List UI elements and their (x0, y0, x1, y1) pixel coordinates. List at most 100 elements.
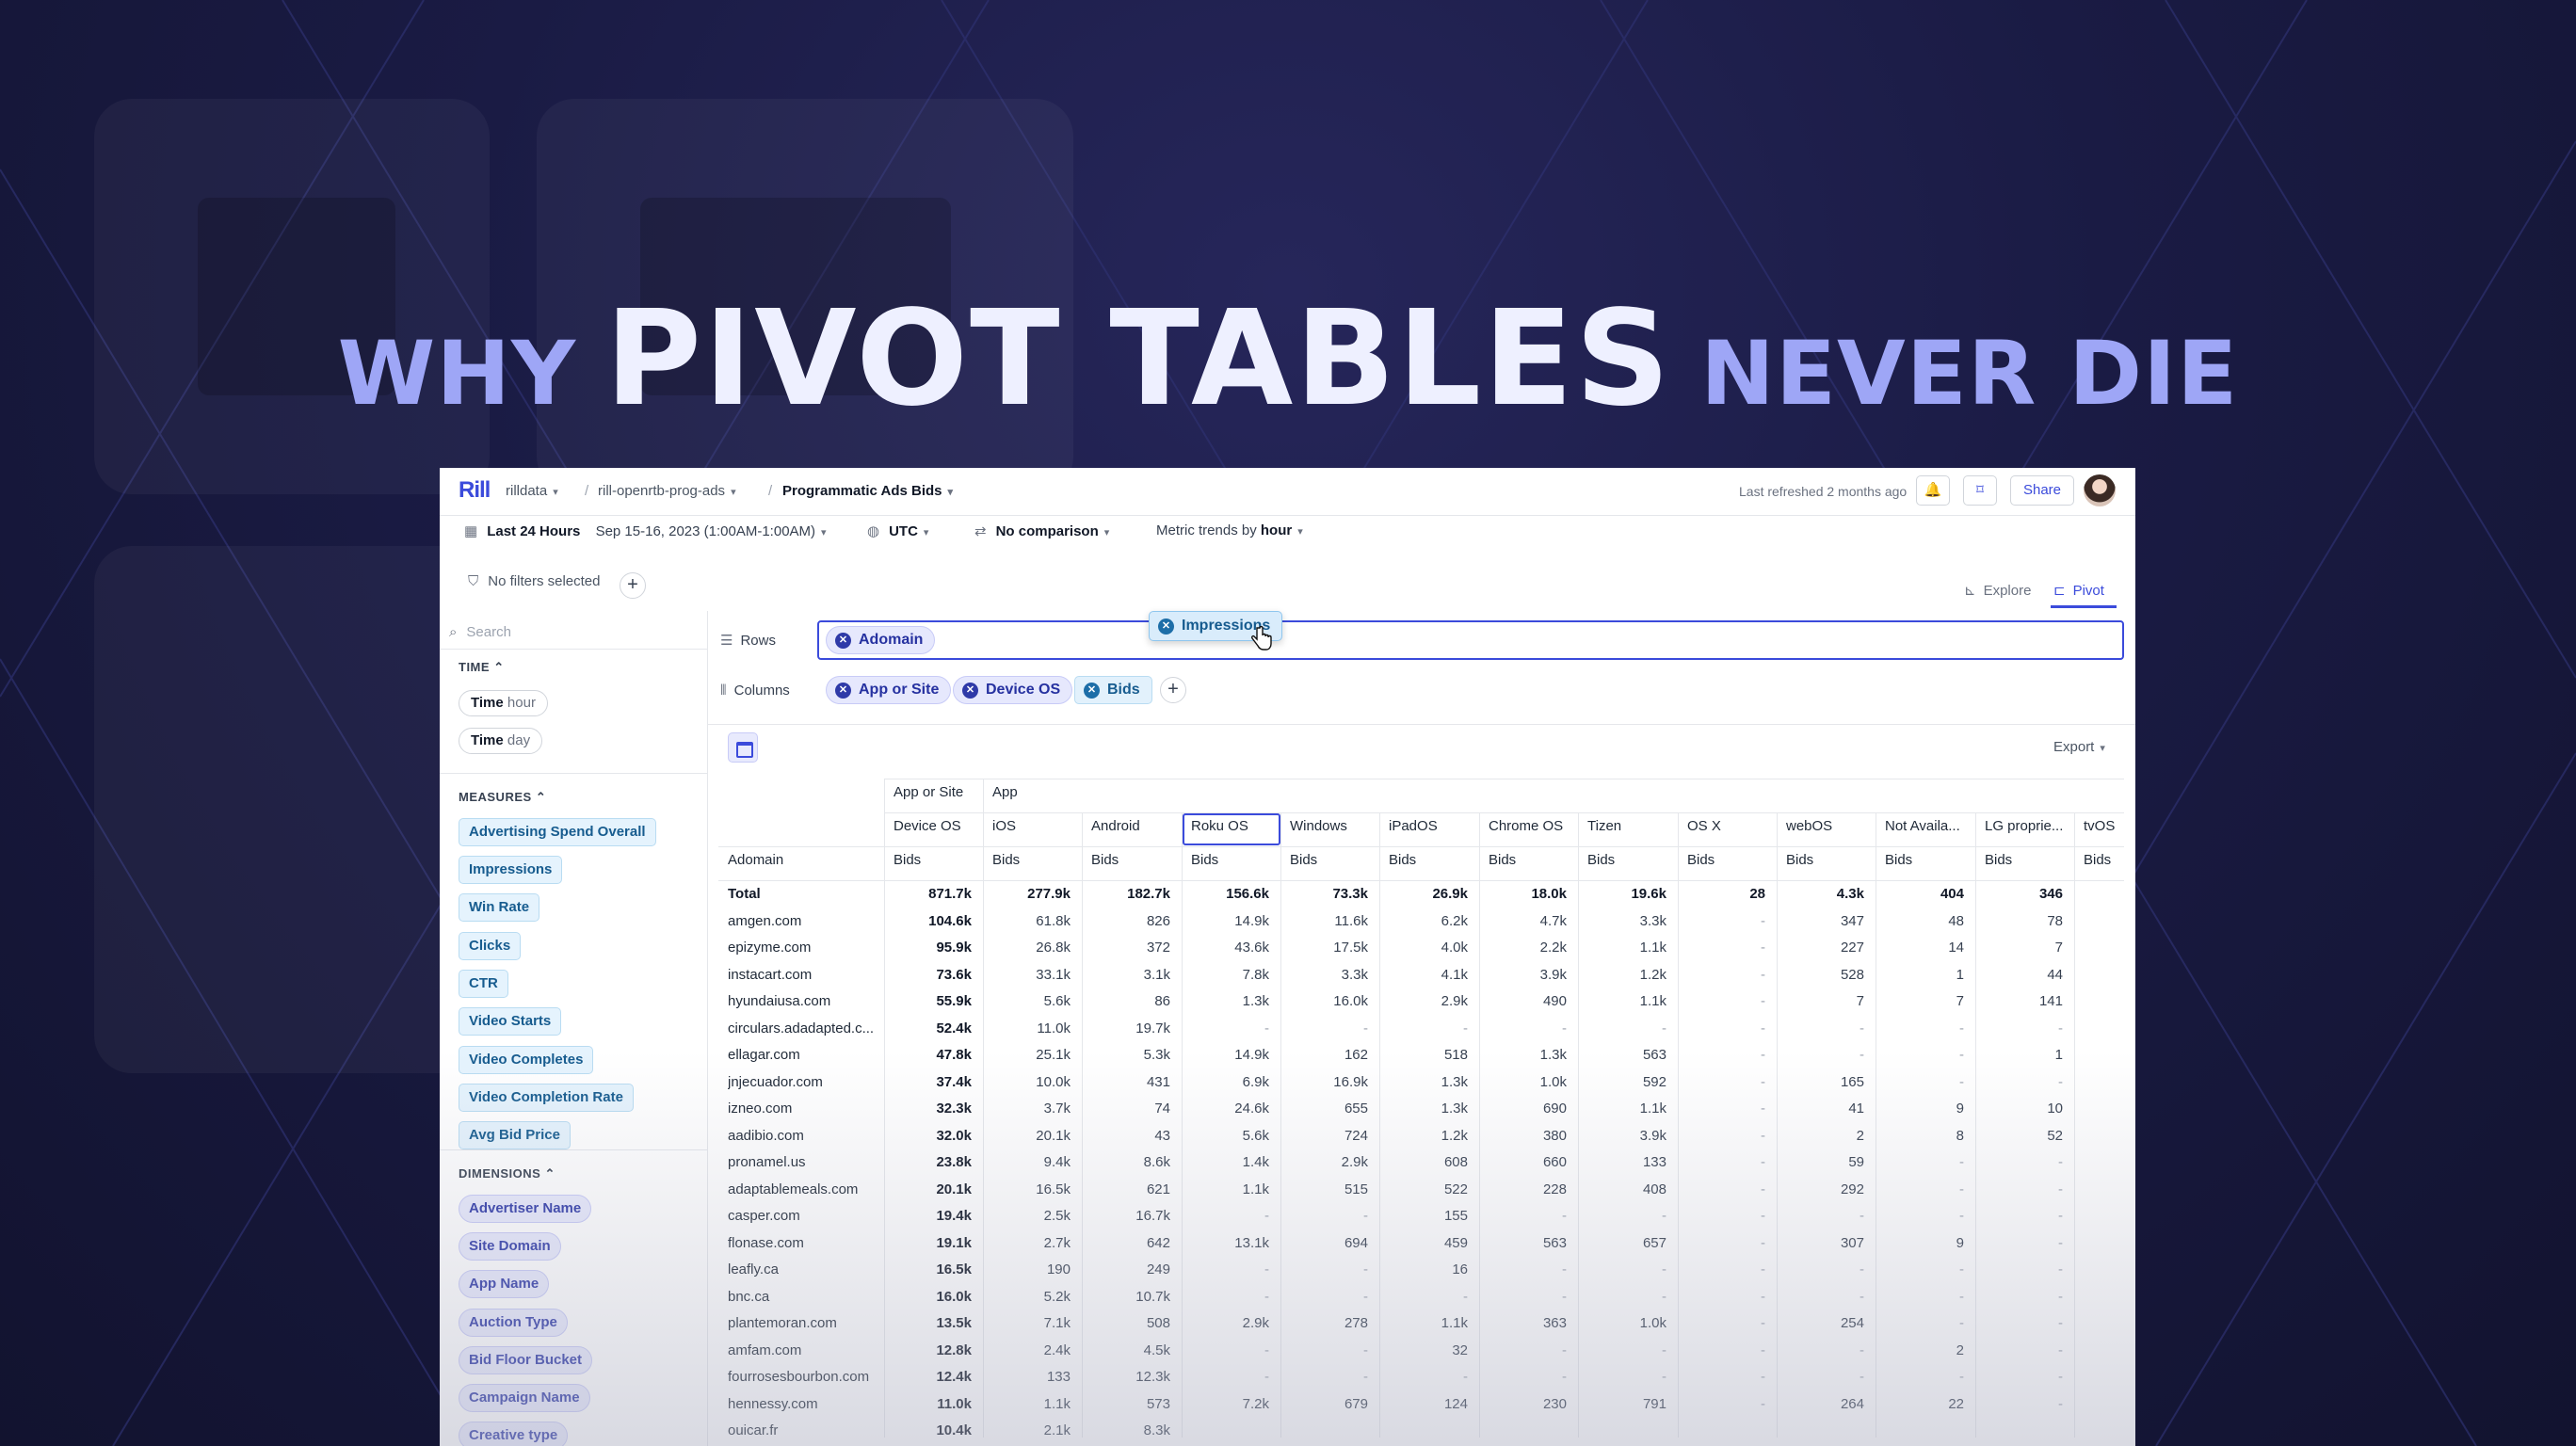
comparison-selector[interactable]: ⇄ No comparison ▾ (974, 522, 1109, 539)
row-label[interactable]: ellagar.com (728, 1047, 878, 1063)
table-cell[interactable]: 7.1k (983, 1315, 1071, 1331)
column-header-ios[interactable]: iOS (992, 818, 1078, 834)
header-adomain[interactable]: Adomain (728, 852, 783, 868)
table-cell[interactable]: 12.4k (884, 1369, 972, 1385)
table-cell[interactable]: 162 (1280, 1047, 1368, 1063)
column-header-tizen[interactable]: Tizen (1587, 818, 1674, 834)
table-cell[interactable]: 16.0k (1280, 993, 1368, 1009)
table-cell[interactable]: 2 (1777, 1128, 1864, 1144)
table-cell[interactable]: 17.5k (1280, 940, 1368, 956)
table-cell[interactable]: 3.7k (983, 1101, 1071, 1117)
table-cell[interactable]: - (1876, 1261, 1964, 1277)
time-section-header[interactable]: TIME ⌃ (459, 660, 505, 675)
share-button[interactable]: Share (2010, 475, 2074, 506)
table-cell[interactable]: - (1678, 1342, 1765, 1358)
table-cell[interactable]: 10.0k (983, 1074, 1071, 1090)
table-cell[interactable]: 32.3k (884, 1101, 972, 1117)
table-cell[interactable]: 4.3k (1777, 886, 1864, 902)
add-column-button[interactable]: + (1160, 677, 1186, 703)
table-cell[interactable]: 5.2k (983, 1289, 1071, 1305)
table-cell[interactable]: - (1777, 1261, 1864, 1277)
dimension-chip[interactable]: Campaign Name (459, 1384, 590, 1412)
table-cell[interactable]: - (1678, 1235, 1765, 1251)
table-cell[interactable]: 1.3k (1479, 1047, 1567, 1063)
time-hour-chip[interactable]: Time hour (459, 690, 548, 716)
table-cell[interactable]: 6.9k (1182, 1074, 1269, 1090)
table-cell[interactable]: 78 (1975, 913, 2063, 929)
table-cell[interactable]: 19.6k (1578, 886, 1666, 902)
table-cell[interactable]: 9 (1876, 1235, 1964, 1251)
column-header-tvos[interactable]: tvOS (2084, 818, 2120, 834)
table-cell[interactable]: 25.1k (983, 1047, 1071, 1063)
table-cell[interactable]: - (1876, 1369, 1964, 1385)
row-label[interactable]: hyundaiusa.com (728, 993, 878, 1009)
table-cell[interactable]: 5.6k (1182, 1128, 1269, 1144)
table-cell[interactable]: 55.9k (884, 993, 972, 1009)
table-cell[interactable]: 608 (1379, 1154, 1468, 1170)
tab-explore[interactable]: ⊾ Explore (1964, 582, 2031, 599)
table-cell[interactable]: 74 (1082, 1101, 1170, 1117)
table-cell[interactable]: 61.8k (983, 913, 1071, 929)
table-cell[interactable]: - (1975, 1315, 2063, 1331)
remove-icon[interactable]: ✕ (962, 683, 978, 699)
table-cell[interactable]: 8.3k (1082, 1422, 1170, 1438)
table-cell[interactable]: - (1777, 1342, 1864, 1358)
table-cell[interactable]: 249 (1082, 1261, 1170, 1277)
table-cell[interactable]: 404 (1876, 886, 1964, 902)
row-label[interactable]: circulars.adadapted.c... (728, 1020, 878, 1036)
table-cell[interactable]: - (1280, 1020, 1368, 1036)
measure-chip[interactable]: Video Completion Rate (459, 1084, 634, 1112)
table-layout-icon[interactable] (728, 732, 758, 763)
table-cell[interactable]: 59 (1777, 1154, 1864, 1170)
table-cell[interactable]: 264 (1777, 1396, 1864, 1412)
table-cell[interactable]: - (1182, 1020, 1269, 1036)
table-cell[interactable]: 47.8k (884, 1047, 972, 1063)
row-label[interactable]: casper.com (728, 1208, 878, 1224)
table-cell[interactable]: 26.9k (1379, 886, 1468, 902)
table-cell[interactable]: - (1182, 1369, 1269, 1385)
table-cell[interactable]: 10.7k (1082, 1289, 1170, 1305)
table-cell[interactable]: - (1678, 1047, 1765, 1063)
column-header-android[interactable]: Android (1091, 818, 1178, 834)
table-cell[interactable]: 508 (1082, 1315, 1170, 1331)
table-cell[interactable]: - (1678, 1208, 1765, 1224)
table-cell[interactable]: 227 (1777, 940, 1864, 956)
table-cell[interactable]: 7.2k (1182, 1396, 1269, 1412)
table-cell[interactable]: - (1182, 1261, 1269, 1277)
remove-icon[interactable]: ✕ (1158, 619, 1174, 635)
table-cell[interactable]: 73.6k (884, 967, 972, 983)
row-pill-adomain[interactable]: ✕ Adomain (826, 626, 936, 654)
table-cell[interactable]: - (1479, 1369, 1567, 1385)
table-cell[interactable]: 3.3k (1578, 913, 1666, 929)
table-cell[interactable]: 9 (1876, 1101, 1964, 1117)
measure-chip[interactable]: Video Starts (459, 1007, 562, 1036)
table-cell[interactable]: 1.0k (1479, 1074, 1567, 1090)
table-cell[interactable]: 6.2k (1379, 913, 1468, 929)
table-cell[interactable]: 3.9k (1578, 1128, 1666, 1144)
table-cell[interactable]: 1.4k (1182, 1154, 1269, 1170)
table-cell[interactable]: 1.1k (1578, 940, 1666, 956)
table-cell[interactable]: 4.0k (1379, 940, 1468, 956)
table-cell[interactable]: 660 (1479, 1154, 1567, 1170)
table-cell[interactable]: - (1678, 940, 1765, 956)
table-cell[interactable]: 18.0k (1479, 886, 1567, 902)
table-cell[interactable]: 4.7k (1479, 913, 1567, 929)
table-cell[interactable]: 1 (1975, 1047, 2063, 1063)
table-cell[interactable]: 133 (1578, 1154, 1666, 1170)
row-label[interactable]: leafly.ca (728, 1261, 878, 1277)
table-cell[interactable]: 2.9k (1280, 1154, 1368, 1170)
table-cell[interactable]: 515 (1280, 1181, 1368, 1197)
table-cell[interactable]: 2.7k (983, 1235, 1071, 1251)
table-cell[interactable]: 41 (1777, 1101, 1864, 1117)
table-cell[interactable]: - (1777, 1369, 1864, 1385)
table-cell[interactable]: 11.0k (884, 1396, 972, 1412)
table-cell[interactable]: 372 (1082, 940, 1170, 956)
measure-chip[interactable]: Clicks (459, 932, 522, 960)
selected-column-header[interactable] (1183, 813, 1280, 845)
table-cell[interactable]: 124 (1379, 1396, 1468, 1412)
table-cell[interactable]: - (1479, 1342, 1567, 1358)
table-cell[interactable]: 24.6k (1182, 1101, 1269, 1117)
table-cell[interactable]: 8.6k (1082, 1154, 1170, 1170)
table-cell[interactable]: 23.8k (884, 1154, 972, 1170)
table-cell[interactable]: 3.1k (1082, 967, 1170, 983)
